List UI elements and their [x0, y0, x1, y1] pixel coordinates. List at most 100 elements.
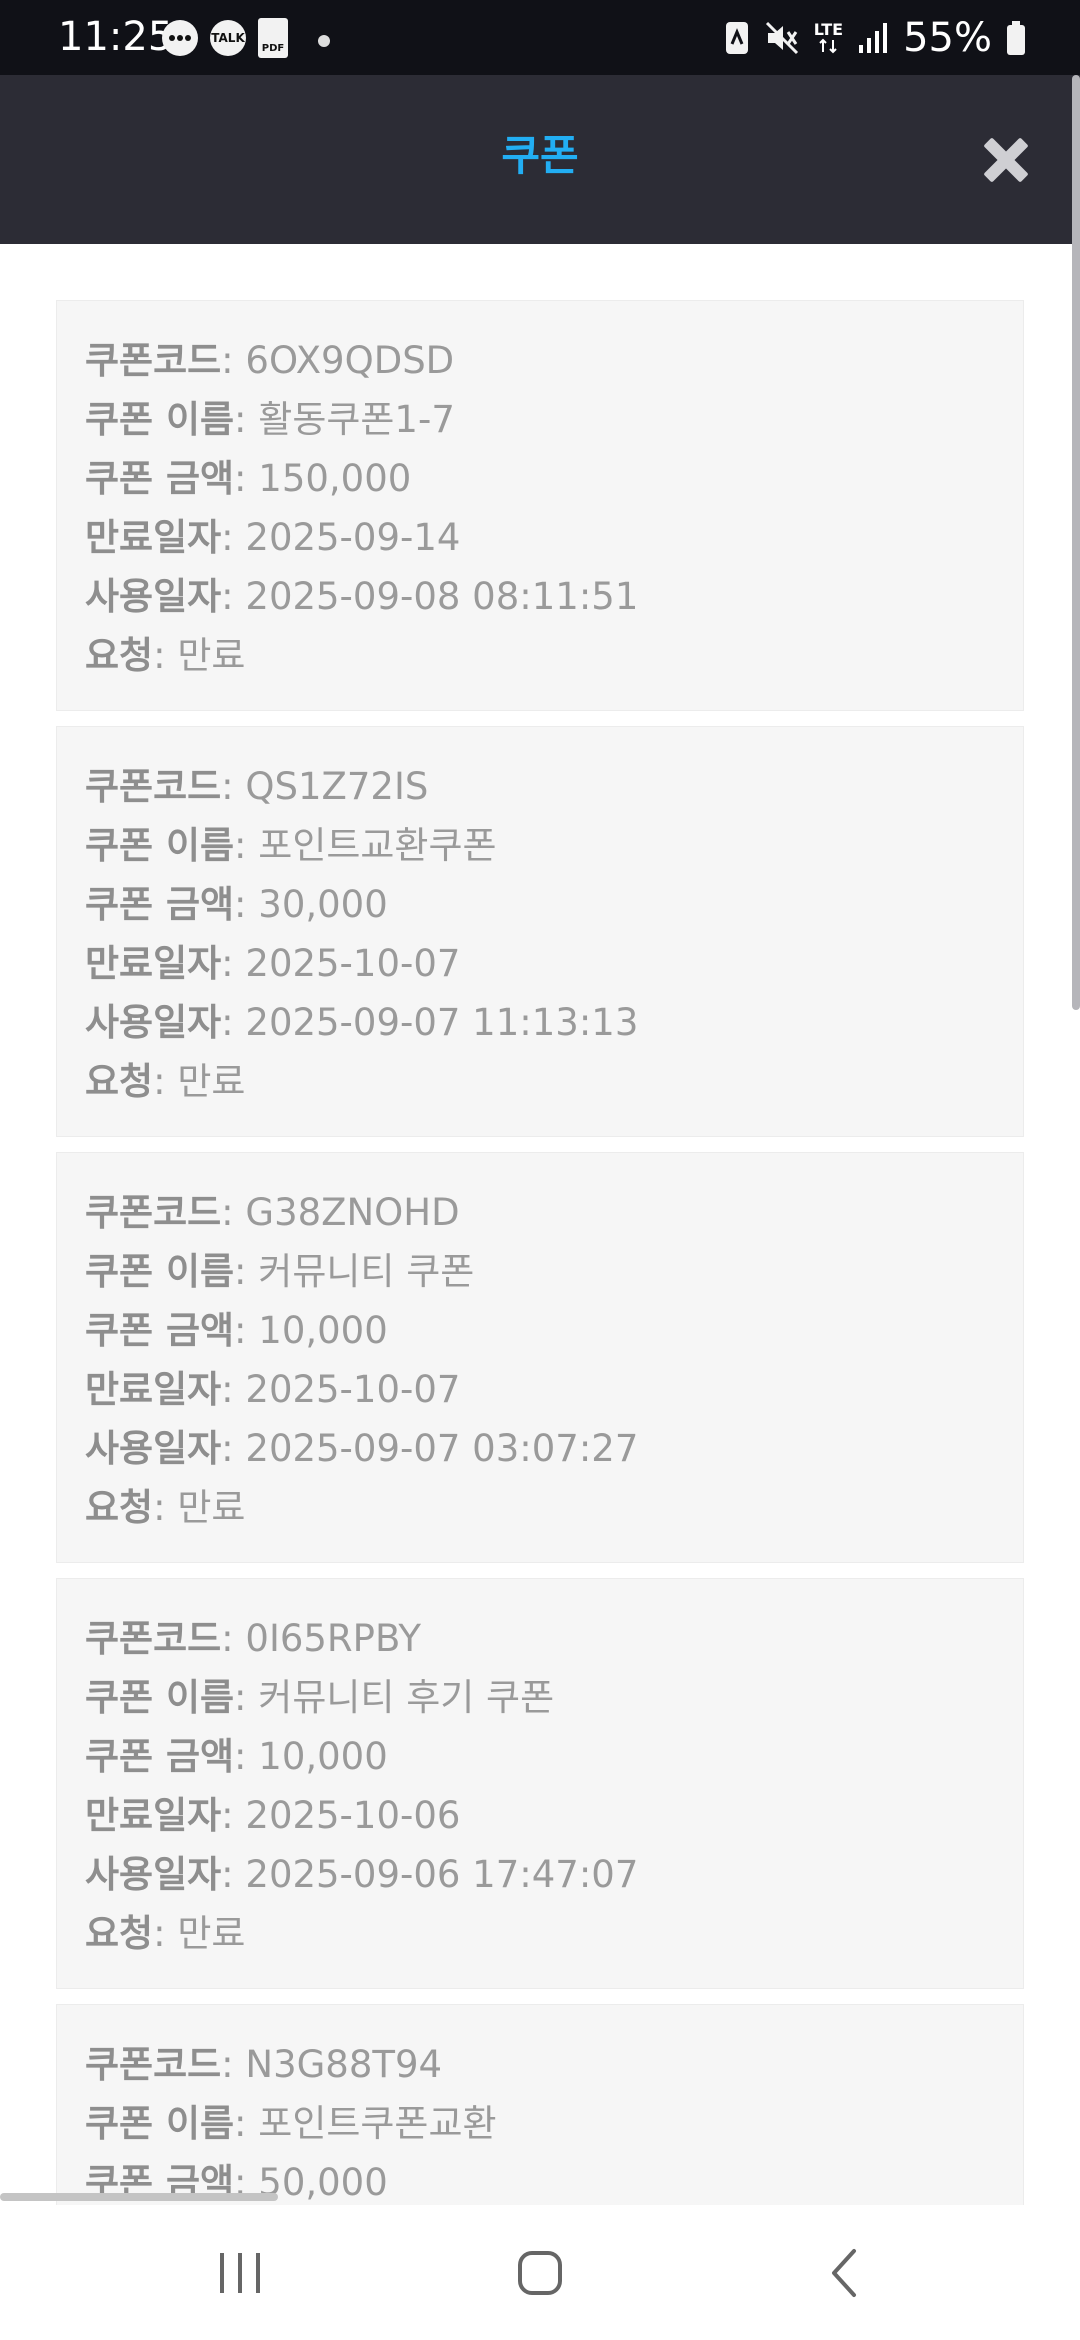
coupon-name-value: : 포인트교환쿠폰	[234, 824, 497, 867]
coupon-code-label: 쿠폰코드	[85, 1617, 222, 1660]
mute-icon	[765, 21, 798, 54]
coupon-request-label: 요청	[85, 1486, 154, 1529]
coupon-used-label: 사용일자	[85, 1001, 222, 1044]
coupon-expiry-value: : 2025-09-14	[221, 516, 461, 559]
coupon-name-row: 쿠폰 이름: 활동쿠폰1-7	[85, 390, 1023, 449]
coupon-name-value: : 커뮤니티 쿠폰	[234, 1250, 475, 1293]
coupon-expiry-value: : 2025-10-07	[221, 942, 461, 985]
coupon-code-value: : QS1Z72IS	[221, 765, 429, 808]
coupon-code-row: 쿠폰코드: 6OX9QDSD	[85, 331, 1023, 390]
dot-icon	[318, 35, 330, 47]
coupon-code-value: : 6OX9QDSD	[221, 339, 455, 382]
app-header: 쿠폰	[0, 75, 1080, 244]
coupon-amount-value: : 150,000	[234, 457, 412, 500]
coupon-card: 쿠폰코드: N3G88T94 쿠폰 이름: 포인트쿠폰교환 쿠폰 금액: 50,…	[56, 2004, 1024, 2205]
coupon-request-value: : 만료	[153, 1486, 246, 1529]
coupon-expiry-label: 만료일자	[85, 516, 222, 559]
scrollbar[interactable]	[1072, 75, 1080, 1010]
coupon-request-value: : 만료	[153, 1912, 246, 1955]
battery-icon	[1007, 20, 1025, 55]
coupon-name-row: 쿠폰 이름: 포인트교환쿠폰	[85, 816, 1023, 875]
coupon-card: 쿠폰코드: 0I65RPBY 쿠폰 이름: 커뮤니티 후기 쿠폰 쿠폰 금액: …	[56, 1578, 1024, 1989]
coupon-name-value: : 활동쿠폰1-7	[234, 398, 455, 441]
coupon-used-label: 사용일자	[85, 1427, 222, 1470]
status-time: 11:25	[58, 14, 174, 60]
coupon-name-row: 쿠폰 이름: 포인트쿠폰교환	[85, 2094, 1023, 2153]
coupon-expiry-value: : 2025-10-06	[221, 1794, 461, 1837]
coupon-amount-label: 쿠폰 금액	[85, 1735, 235, 1778]
navigation-bar	[0, 2205, 1080, 2340]
coupon-code-row: 쿠폰코드: QS1Z72IS	[85, 757, 1023, 816]
coupon-used-value: : 2025-09-08 08:11:51	[221, 575, 639, 618]
kakaotalk-icon: TALK	[210, 20, 246, 56]
coupon-used-value: : 2025-09-06 17:47:07	[221, 1853, 639, 1896]
coupon-request-row: 요청: 만료	[85, 626, 1023, 685]
coupon-expiry-label: 만료일자	[85, 1794, 222, 1837]
coupon-used-label: 사용일자	[85, 575, 222, 618]
coupon-amount-row: 쿠폰 금액: 30,000	[85, 875, 1023, 934]
status-right: LTE 55%	[724, 0, 1026, 75]
coupon-used-row: 사용일자: 2025-09-06 17:47:07	[85, 1845, 1023, 1904]
coupon-expiry-label: 만료일자	[85, 1368, 222, 1411]
coupon-card: 쿠폰코드: QS1Z72IS 쿠폰 이름: 포인트교환쿠폰 쿠폰 금액: 30,…	[56, 726, 1024, 1137]
coupon-name-row: 쿠폰 이름: 커뮤니티 후기 쿠폰	[85, 1668, 1023, 1727]
coupon-list[interactable]: 쿠폰코드: 6OX9QDSD 쿠폰 이름: 활동쿠폰1-7 쿠폰 금액: 150…	[56, 300, 1024, 2205]
coupon-expiry-label: 만료일자	[85, 942, 222, 985]
coupon-card: 쿠폰코드: 6OX9QDSD 쿠폰 이름: 활동쿠폰1-7 쿠폰 금액: 150…	[56, 300, 1024, 711]
coupon-code-row: 쿠폰코드: N3G88T94	[85, 2035, 1023, 2094]
coupon-request-label: 요청	[85, 1912, 154, 1955]
coupon-expiry-row: 만료일자: 2025-10-07	[85, 934, 1023, 993]
coupon-name-row: 쿠폰 이름: 커뮤니티 쿠폰	[85, 1242, 1023, 1301]
coupon-name-value: : 포인트쿠폰교환	[234, 2102, 497, 2145]
coupon-used-value: : 2025-09-07 03:07:27	[221, 1427, 639, 1470]
lte-icon: LTE	[813, 19, 844, 54]
coupon-amount-label: 쿠폰 금액	[85, 457, 235, 500]
back-icon[interactable]	[764, 2205, 924, 2340]
coupon-used-value: : 2025-09-07 11:13:13	[221, 1001, 639, 1044]
coupon-expiry-row: 만료일자: 2025-10-06	[85, 1786, 1023, 1845]
coupon-code-label: 쿠폰코드	[85, 1191, 222, 1234]
coupon-code-label: 쿠폰코드	[85, 339, 222, 382]
coupon-expiry-row: 만료일자: 2025-09-14	[85, 508, 1023, 567]
horizontal-scroll-indicator	[0, 2193, 278, 2201]
coupon-code-row: 쿠폰코드: G38ZNOHD	[85, 1183, 1023, 1242]
coupon-amount-row: 쿠폰 금액: 150,000	[85, 449, 1023, 508]
coupon-code-value: : N3G88T94	[221, 2043, 443, 2086]
recents-icon[interactable]	[160, 2205, 320, 2340]
message-icon	[162, 20, 198, 56]
close-icon[interactable]	[976, 130, 1036, 190]
coupon-request-row: 요청: 만료	[85, 1478, 1023, 1537]
coupon-expiry-row: 만료일자: 2025-10-07	[85, 1360, 1023, 1419]
coupon-request-row: 요청: 만료	[85, 1904, 1023, 1963]
coupon-name-label: 쿠폰 이름	[85, 824, 235, 867]
coupon-amount-value: : 10,000	[234, 1735, 388, 1778]
coupon-used-row: 사용일자: 2025-09-08 08:11:51	[85, 567, 1023, 626]
coupon-name-label: 쿠폰 이름	[85, 398, 235, 441]
home-icon[interactable]	[460, 2205, 620, 2340]
lte-label: LTE	[813, 19, 844, 39]
coupon-name-label: 쿠폰 이름	[85, 1676, 235, 1719]
coupon-amount-label: 쿠폰 금액	[85, 883, 235, 926]
coupon-name-label: 쿠폰 이름	[85, 2102, 235, 2145]
pdf-icon: PDF	[258, 18, 288, 58]
coupon-request-label: 요청	[85, 634, 154, 677]
coupon-code-value: : 0I65RPBY	[221, 1617, 421, 1660]
coupon-amount-label: 쿠폰 금액	[85, 1309, 235, 1352]
coupon-request-value: : 만료	[153, 634, 246, 677]
coupon-code-label: 쿠폰코드	[85, 765, 222, 808]
coupon-code-value: : G38ZNOHD	[221, 1191, 460, 1234]
coupon-amount-value: : 10,000	[234, 1309, 388, 1352]
coupon-request-row: 요청: 만료	[85, 1052, 1023, 1111]
page-title: 쿠폰	[501, 131, 579, 180]
status-bar: 11:25 TALK PDF LTE 55%	[0, 0, 1080, 75]
coupon-used-label: 사용일자	[85, 1853, 222, 1896]
coupon-code-label: 쿠폰코드	[85, 2043, 222, 2086]
coupon-name-value: : 커뮤니티 후기 쿠폰	[234, 1676, 555, 1719]
coupon-used-row: 사용일자: 2025-09-07 03:07:27	[85, 1419, 1023, 1478]
coupon-amount-row: 쿠폰 금액: 10,000	[85, 1727, 1023, 1786]
nfc-icon	[725, 21, 748, 54]
coupon-amount-value: : 30,000	[234, 883, 388, 926]
coupon-used-row: 사용일자: 2025-09-07 11:13:13	[85, 993, 1023, 1052]
coupon-request-label: 요청	[85, 1060, 154, 1103]
coupon-name-label: 쿠폰 이름	[85, 1250, 235, 1293]
